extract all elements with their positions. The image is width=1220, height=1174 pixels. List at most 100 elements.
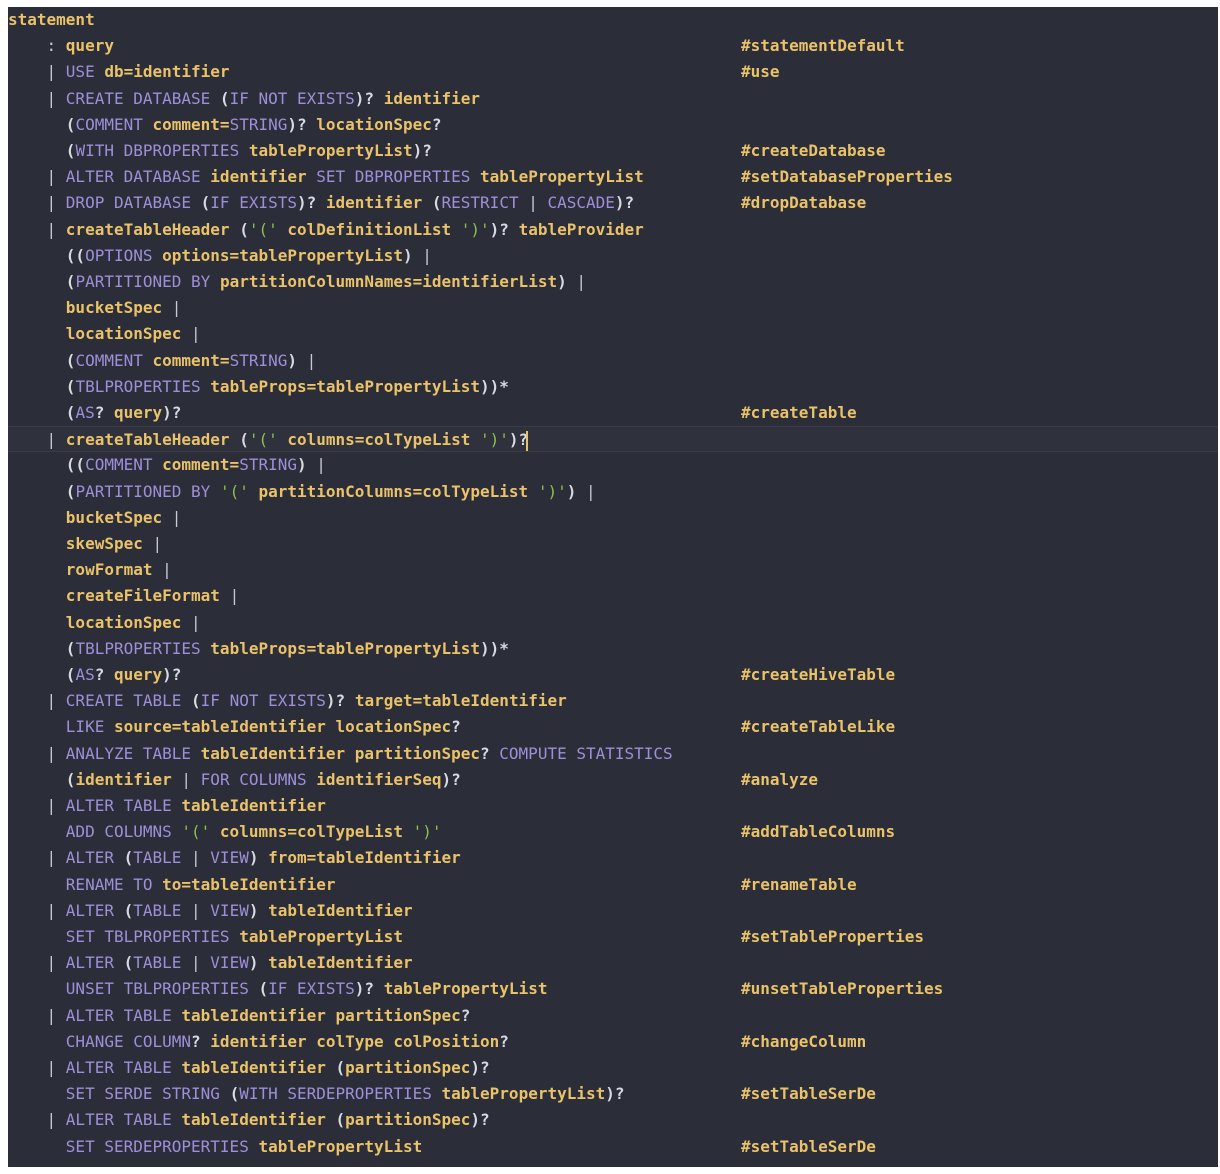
code-line[interactable]: | ALTER (TABLE | VIEW) tableIdentifier — [8, 898, 1218, 924]
code-line[interactable]: (TBLPROPERTIES tableProps=tablePropertyL… — [8, 374, 1218, 400]
code-token: options=tablePropertyList — [162, 245, 403, 265]
code-line[interactable]: | ALTER TABLE tableIdentifier (partition… — [8, 1055, 1218, 1081]
code-line[interactable]: skewSpec | — [8, 531, 1218, 557]
code-line[interactable]: ((COMMENT comment=STRING) | — [8, 452, 1218, 478]
code-token: '(' — [181, 822, 220, 842]
code-line[interactable]: | USE db=identifier #use — [8, 59, 1218, 85]
code-line[interactable]: SET TBLPROPERTIES tablePropertyList #setT… — [8, 924, 1218, 950]
code-text: | ALTER (TABLE | VIEW) tableIdentifier — [8, 898, 413, 924]
code-token: | — [46, 1058, 66, 1077]
code-token: | — [306, 350, 317, 370]
code-line[interactable]: | CREATE DATABASE (IF NOT EXISTS)? ident… — [8, 86, 1218, 112]
code-line[interactable]: | ALTER DATABASE identifier SET DBPROPER… — [8, 164, 1218, 190]
code-token: )? — [412, 141, 432, 160]
code-line[interactable]: ((OPTIONS options=tablePropertyList) | — [8, 243, 1218, 269]
code-line[interactable]: rowFormat | — [8, 557, 1218, 583]
code-line[interactable]: bucketSpec | — [8, 505, 1218, 531]
code-line[interactable]: : query #statementDefault — [8, 33, 1218, 59]
code-token: | — [46, 430, 66, 450]
rule-label: #statementDefault — [741, 36, 905, 56]
code-line[interactable]: | ANALYZE TABLE tableIdentifier partitio… — [8, 741, 1218, 767]
code-line[interactable]: (TBLPROPERTIES tableProps=tablePropertyL… — [8, 636, 1218, 662]
code-line[interactable]: (PARTITIONED BY partitionColumnNames=ide… — [8, 269, 1218, 295]
code-line[interactable]: (COMMENT comment=STRING)? locationSpec? — [8, 112, 1218, 138]
code-line[interactable]: | ALTER TABLE tableIdentifier — [8, 793, 1218, 819]
code-line[interactable]: (PARTITIONED BY '(' partitionColumns=col… — [8, 479, 1218, 505]
code-token: )? — [297, 193, 326, 213]
code-line[interactable]: RENAME TO to=tableIdentifier #renameTable — [8, 872, 1218, 898]
code-token: USE — [65, 62, 105, 82]
code-text: (WITH DBPROPERTIES tablePropertyList)? — [8, 138, 432, 164]
code-token: ? — [499, 1031, 509, 1051]
code-text: | CREATE TABLE (IF NOT EXISTS)? target=t… — [8, 688, 567, 714]
code-token: PARTITIONED BY — [75, 272, 220, 291]
code-line[interactable]: (identifier | FOR COLUMNS identifierSeq)… — [8, 767, 1218, 793]
code-token: TBLPROPERTIES — [75, 638, 211, 658]
rule-label: #createTableLike — [741, 717, 896, 737]
code-line[interactable]: | ALTER (TABLE | VIEW) from=tableIdentif… — [8, 845, 1218, 871]
code-line[interactable]: | CREATE TABLE (IF NOT EXISTS)? target=t… — [8, 688, 1218, 714]
code-token: ) — [248, 953, 269, 973]
code-line[interactable]: CHANGE COLUMN? identifier colType colPos… — [8, 1029, 1218, 1055]
code-line[interactable]: statement — [8, 7, 1218, 33]
code-line[interactable]: | createTableHeader ('(' colDefinitionLi… — [8, 217, 1218, 243]
code-token: | — [191, 900, 211, 920]
code-line[interactable]: SET SERDE STRING (WITH SERDEPROPERTIES t… — [8, 1081, 1218, 1107]
code-token: TBLPROPERTIES — [75, 376, 211, 396]
code-token: ( — [65, 481, 76, 501]
code-text: (COMMENT comment=STRING)? locationSpec? — [8, 112, 442, 138]
code-token: CHANGE COLUMN — [65, 1031, 192, 1051]
code-token: ( — [65, 769, 76, 789]
code-token: LIKE — [65, 717, 114, 737]
code-token: createFileFormat — [65, 586, 230, 606]
code-token: partitionSpec — [345, 1058, 471, 1077]
code-line[interactable]: | ALTER TABLE tableIdentifier (partition… — [8, 1107, 1218, 1133]
code-line[interactable]: (WITH DBPROPERTIES tablePropertyList)? #c… — [8, 138, 1218, 164]
code-token: )? — [354, 979, 384, 999]
code-line[interactable]: SET SERDEPROPERTIES tablePropertyList #se… — [8, 1134, 1218, 1160]
text-cursor — [526, 430, 529, 451]
code-token: createTableHeader — [65, 219, 240, 239]
code-line[interactable]: bucketSpec | — [8, 295, 1218, 321]
code-line[interactable]: locationSpec | — [8, 610, 1218, 636]
code-line[interactable]: LIKE source=tableIdentifier locationSpec… — [8, 714, 1218, 740]
code-line[interactable]: createFileFormat | — [8, 583, 1218, 609]
rule-label: #use — [741, 62, 780, 82]
code-line[interactable]: (AS? query)? #createHiveTable — [8, 662, 1218, 688]
code-token: | — [46, 691, 66, 711]
code-line[interactable]: UNSET TBLPROPERTIES (IF EXISTS)? tablePr… — [8, 976, 1218, 1002]
code-token: | — [316, 455, 326, 475]
code-text: statement — [8, 7, 95, 33]
code-line[interactable]: (COMMENT comment=STRING) | — [8, 348, 1218, 374]
code-line[interactable]: | DROP DATABASE (IF EXISTS)? identifier … — [8, 190, 1218, 216]
code-text: bucketSpec | — [8, 295, 182, 321]
code-line[interactable]: locationSpec | — [8, 321, 1218, 347]
code-token: identifier — [325, 193, 432, 213]
rule-label: #changeColumn — [741, 1031, 867, 1051]
code-token: IF NOT EXISTS — [200, 691, 326, 711]
code-token: ? — [480, 743, 500, 763]
code-token: tablePropertyList — [239, 927, 403, 946]
code-line[interactable]: ADD COLUMNS '(' columns=colTypeList ')' #… — [8, 819, 1218, 845]
code-token: ALTER TABLE — [65, 796, 182, 815]
code-line[interactable]: | ALTER (TABLE | VIEW) tableIdentifier — [8, 950, 1218, 976]
code-token: TABLE — [133, 953, 192, 973]
code-token: '(' — [248, 219, 288, 239]
code-line-current[interactable]: | createTableHeader ('(' columns=colType… — [8, 426, 1218, 453]
code-token: CREATE DATABASE — [65, 88, 220, 108]
code-token: )? — [605, 1084, 625, 1104]
code-token: WITH DBPROPERTIES — [75, 141, 249, 160]
rule-label: #createTable — [741, 403, 857, 422]
code-editor[interactable]: statement : query #statementDefault | USE… — [8, 7, 1218, 1167]
code-token: partitionColumnNames=identifierList — [219, 272, 558, 291]
code-line[interactable]: (AS? query)? #createTable — [8, 400, 1218, 426]
code-text: ADD COLUMNS '(' columns=colTypeList ')' — [8, 819, 442, 845]
code-text: | USE db=identifier — [8, 59, 230, 85]
code-line[interactable]: | ALTER TABLE tableIdentifier partitionS… — [8, 1003, 1218, 1029]
code-token: ( — [431, 193, 442, 213]
